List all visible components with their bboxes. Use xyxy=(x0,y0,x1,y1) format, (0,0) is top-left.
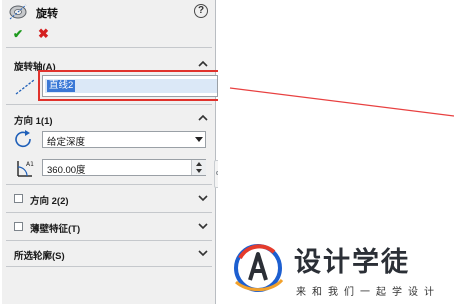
spin-down-icon[interactable] xyxy=(196,169,202,173)
thin-feature-checkbox[interactable] xyxy=(14,222,23,231)
divider xyxy=(6,184,212,185)
angle-spinbox[interactable]: 360.00度 xyxy=(42,159,206,176)
angle-spin-buttons[interactable] xyxy=(191,160,206,175)
cancel-icon[interactable]: ✖ xyxy=(38,26,49,41)
expand-chevron-icon[interactable] xyxy=(198,221,208,231)
panel-title-bar: 旋转 ? xyxy=(2,0,216,24)
reverse-direction-icon[interactable] xyxy=(14,130,34,148)
revolve-property-manager: 旋转 ? ✔ ✖ 旋转轴(A) 直线2 方向 1(1) 给定深度 A1 360.… xyxy=(2,0,221,304)
divider xyxy=(6,266,212,267)
divider xyxy=(6,104,212,105)
direction2-label: 方向 2(2) xyxy=(30,196,69,207)
help-icon[interactable]: ? xyxy=(194,4,208,18)
watermark-slogan: 来和我们一起学设计 xyxy=(296,287,440,298)
direction2-checkbox[interactable] xyxy=(14,194,23,203)
angle-icon: A1 xyxy=(17,161,34,177)
collapse-chevron-icon[interactable] xyxy=(198,113,208,123)
annotation-highlight-box xyxy=(38,70,221,101)
collapse-chevron-icon[interactable] xyxy=(198,59,208,69)
section-selected-contours-header[interactable]: 所选轮廓(S) xyxy=(2,245,216,263)
section-direction1-label: 方向 1(1) xyxy=(14,116,53,127)
expand-chevron-icon[interactable] xyxy=(198,193,208,203)
spin-up-icon[interactable] xyxy=(196,162,202,166)
axis-line-icon xyxy=(15,79,35,95)
divider xyxy=(6,240,212,241)
panel-title: 旋转 xyxy=(36,8,58,20)
section-thin-feature-header[interactable]: 薄壁特征(T) xyxy=(2,218,216,236)
revolve-icon xyxy=(9,4,27,20)
divider xyxy=(6,47,212,48)
angle-value: 360.00度 xyxy=(47,165,86,176)
solidworks-window: 旋转 ? ✔ ✖ 旋转轴(A) 直线2 方向 1(1) 给定深度 A1 360.… xyxy=(0,0,454,304)
dropdown-arrow-icon[interactable] xyxy=(195,137,203,142)
section-direction1-header[interactable]: 方向 1(1) xyxy=(2,110,216,128)
end-condition-value: 给定深度 xyxy=(47,137,86,148)
divider xyxy=(6,212,212,213)
thin-feature-label: 薄壁特征(T) xyxy=(30,224,81,235)
expand-chevron-icon[interactable] xyxy=(198,248,208,258)
logo-emblem xyxy=(234,244,284,292)
ok-icon[interactable]: ✔ xyxy=(13,27,23,41)
watermark-brand-name: 设计学徒 xyxy=(294,247,410,277)
section-direction2-header[interactable]: 方向 2(2) xyxy=(2,190,216,208)
confirm-row: ✔ ✖ xyxy=(2,26,216,42)
svg-text:A1: A1 xyxy=(26,161,34,168)
end-condition-select[interactable]: 给定深度 xyxy=(42,131,206,148)
selected-contours-label: 所选轮廓(S) xyxy=(14,251,65,262)
